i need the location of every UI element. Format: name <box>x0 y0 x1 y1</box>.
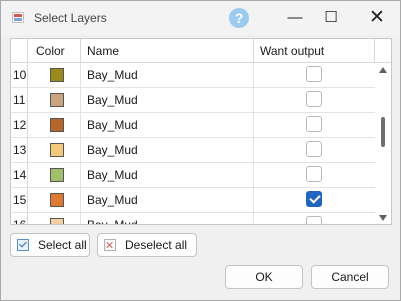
row-index-cell: 13 <box>11 138 28 162</box>
select-all-label: Select all <box>38 238 87 252</box>
cancel-button[interactable]: Cancel <box>311 265 389 289</box>
app-icon <box>12 12 24 23</box>
row-index: 12 <box>13 118 27 132</box>
select-all-button[interactable]: Select all <box>10 233 90 257</box>
ok-button[interactable]: OK <box>225 265 303 289</box>
row-index-cell: 16 <box>11 213 28 225</box>
want-output-checkbox[interactable] <box>306 216 322 224</box>
color-cell <box>28 163 81 187</box>
color-swatch <box>50 143 64 157</box>
color-cell <box>28 113 81 137</box>
row-index-cell: 14 <box>11 163 28 187</box>
row-index-cell: 10 <box>11 63 28 87</box>
select-all-icon <box>17 239 29 251</box>
layer-name: Bay_Mud <box>81 113 254 137</box>
color-cell <box>28 188 81 212</box>
table-header: Color Name Want output <box>11 39 391 63</box>
header-color[interactable]: Color <box>28 39 81 63</box>
want-output-checkbox[interactable] <box>306 191 322 207</box>
layer-name: Bay_Mud <box>81 88 254 112</box>
maximize-button[interactable]: ☐ <box>319 6 343 30</box>
row-index-cell: 12 <box>11 113 28 137</box>
want-output-cell <box>254 88 375 112</box>
scroll-thumb[interactable] <box>381 117 385 147</box>
scroll-up-icon[interactable] <box>379 67 387 73</box>
color-swatch <box>50 168 64 182</box>
row-index: 13 <box>13 143 27 157</box>
want-output-checkbox[interactable] <box>306 141 322 157</box>
header-want-output[interactable]: Want output <box>254 39 375 63</box>
window-title: Select Layers <box>34 11 107 25</box>
row-index: 14 <box>13 168 27 182</box>
vertical-scrollbar[interactable] <box>375 63 391 224</box>
color-cell <box>28 63 81 87</box>
row-index: 16 <box>13 218 27 225</box>
table-row[interactable]: 13 Bay_Mud <box>11 138 375 163</box>
want-output-cell <box>254 63 375 87</box>
want-output-cell <box>254 138 375 162</box>
table-row[interactable]: 12 Bay_Mud <box>11 113 375 138</box>
table-row[interactable]: 16 Bay_Mud <box>11 213 375 225</box>
deselect-all-button[interactable]: Deselect all <box>97 233 197 257</box>
help-icon[interactable]: ? <box>229 8 249 28</box>
want-output-checkbox[interactable] <box>306 116 322 132</box>
want-output-checkbox[interactable] <box>306 166 322 182</box>
color-swatch <box>50 93 64 107</box>
want-output-cell <box>254 113 375 137</box>
row-index: 10 <box>13 68 27 82</box>
want-output-cell <box>254 188 375 212</box>
color-cell <box>28 88 81 112</box>
table-row[interactable]: 11 Bay_Mud <box>11 88 375 113</box>
layer-name: Bay_Mud <box>81 63 254 87</box>
color-swatch <box>50 193 64 207</box>
row-index-cell: 15 <box>11 188 28 212</box>
layer-name: Bay_Mud <box>81 188 254 212</box>
table-row[interactable]: 15 Bay_Mud <box>11 188 375 213</box>
layer-name: Bay_Mud <box>81 213 254 224</box>
scroll-down-icon[interactable] <box>379 215 387 221</box>
row-index: 15 <box>13 193 27 207</box>
want-output-checkbox[interactable] <box>306 91 322 107</box>
want-output-cell <box>254 163 375 187</box>
title-bar: Select Layers ? — ☐ ✕ <box>1 1 400 35</box>
layer-name: Bay_Mud <box>81 163 254 187</box>
minimize-button[interactable]: — <box>283 6 307 30</box>
table-row[interactable]: 14 Bay_Mud <box>11 163 375 188</box>
row-index: 11 <box>13 93 26 107</box>
color-swatch <box>50 68 64 82</box>
want-output-cell <box>254 213 375 224</box>
layer-name: Bay_Mud <box>81 138 254 162</box>
color-cell <box>28 213 81 224</box>
header-name[interactable]: Name <box>81 39 254 63</box>
layers-table: Color Name Want output 10 Bay_Mud 11 Bay… <box>10 38 392 225</box>
want-output-checkbox[interactable] <box>306 66 322 82</box>
close-button[interactable]: ✕ <box>365 6 389 30</box>
table-row[interactable]: 10 Bay_Mud <box>11 63 375 88</box>
color-cell <box>28 138 81 162</box>
select-layers-dialog: Select Layers ? — ☐ ✕ Color Name Want ou… <box>0 0 401 301</box>
deselect-all-label: Deselect all <box>125 238 188 252</box>
row-index-cell: 11 <box>11 88 28 112</box>
header-index <box>11 39 28 63</box>
color-swatch <box>50 118 64 132</box>
deselect-all-icon <box>104 239 116 251</box>
color-swatch <box>50 218 64 224</box>
